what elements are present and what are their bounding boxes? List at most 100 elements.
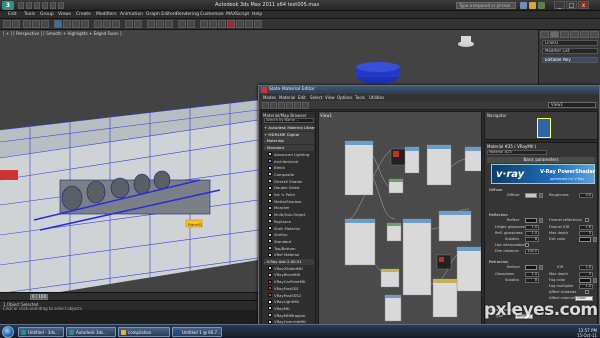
color-swatch[interactable] bbox=[579, 278, 591, 283]
view-tab[interactable]: View1 bbox=[320, 113, 332, 118]
browser-material-item[interactable]: Composite bbox=[264, 172, 314, 178]
link-icon[interactable] bbox=[23, 20, 31, 28]
rectangular-selection-icon[interactable] bbox=[72, 20, 80, 28]
param-spinner[interactable]: 1.0 bbox=[525, 272, 539, 277]
modify-tab-icon[interactable] bbox=[550, 31, 559, 38]
motion-tab-icon[interactable] bbox=[570, 31, 579, 38]
material-editor-icon[interactable] bbox=[227, 20, 235, 28]
browser-material-item[interactable]: Shell Material bbox=[264, 226, 314, 232]
browser-material-item[interactable]: Standard bbox=[264, 239, 314, 245]
task-3dsmax[interactable]: Autodesk 3ds... bbox=[66, 327, 116, 337]
window-crossing-icon[interactable] bbox=[81, 20, 89, 28]
basic-parameters-rollout[interactable]: Basic parameters bbox=[487, 157, 595, 163]
delete-icon[interactable] bbox=[278, 102, 285, 109]
render-frame-icon[interactable] bbox=[245, 20, 253, 28]
scale-icon[interactable] bbox=[112, 20, 120, 28]
render-icon[interactable] bbox=[254, 20, 262, 28]
material-name-field[interactable]: Material #25 bbox=[487, 150, 547, 155]
browser-material-item[interactable]: VRayCarPaintMtl bbox=[264, 279, 314, 285]
menu-group[interactable]: Group bbox=[40, 12, 54, 17]
undo-icon[interactable] bbox=[3, 20, 11, 28]
schematic-view-icon[interactable] bbox=[218, 20, 226, 28]
browser-material-item[interactable]: Architectural bbox=[264, 159, 314, 165]
close-button[interactable]: x bbox=[578, 1, 589, 9]
move-children-icon[interactable] bbox=[286, 102, 293, 109]
slate-menu-modes[interactable]: Modes bbox=[263, 95, 276, 100]
browser-material-item[interactable]: VRayBlendMtl bbox=[264, 272, 314, 278]
color-swatch[interactable] bbox=[525, 265, 537, 270]
menu-edit[interactable]: Edit bbox=[8, 12, 17, 17]
clock[interactable]: 12:57 PM 15-Oct-11 bbox=[577, 328, 597, 338]
render-setup-icon[interactable] bbox=[236, 20, 244, 28]
browser-material-item[interactable]: Shellac bbox=[264, 232, 314, 238]
search-input[interactable]: Type a keyword or phrase bbox=[456, 2, 516, 9]
viewport-label[interactable]: [ + ] [ Perspective ] [ Smooth + Highlig… bbox=[3, 31, 121, 36]
pivot-center-icon[interactable] bbox=[134, 20, 142, 28]
browser-material-item[interactable]: Double Sided bbox=[264, 185, 314, 191]
redo-icon[interactable] bbox=[50, 2, 56, 9]
menu-rendering[interactable]: Rendering bbox=[176, 12, 199, 17]
browser-material-item[interactable]: DirectX Shader bbox=[264, 179, 314, 185]
minimize-button[interactable]: _ bbox=[554, 1, 565, 9]
mirror-icon[interactable] bbox=[178, 20, 186, 28]
layer-manager-icon[interactable] bbox=[200, 20, 208, 28]
object-name-field[interactable]: Line01 bbox=[542, 40, 598, 46]
param-spinner[interactable]: 1.0 bbox=[525, 231, 539, 236]
rotate-icon[interactable] bbox=[103, 20, 111, 28]
map-button[interactable] bbox=[539, 193, 543, 198]
curve-editor-icon[interactable] bbox=[209, 20, 217, 28]
view-dropdown[interactable]: View1 bbox=[548, 102, 596, 108]
param-checkbox[interactable] bbox=[525, 243, 529, 247]
show-map-icon[interactable] bbox=[294, 102, 301, 109]
browser-material-item[interactable]: Multi/Sub-Object bbox=[264, 212, 314, 218]
color-swatch[interactable] bbox=[525, 218, 537, 223]
display-tab-icon[interactable] bbox=[580, 31, 589, 38]
browser-category[interactable]: + Autodesk Material Library bbox=[264, 125, 315, 131]
app-logo-icon[interactable]: 3 bbox=[2, 1, 14, 10]
menu-views[interactable]: Views bbox=[58, 12, 71, 17]
browser-material-item[interactable]: Ink 'n Paint bbox=[264, 192, 314, 198]
task-3dsmax-untitled[interactable]: Untitled - 3ds... bbox=[18, 327, 64, 337]
slate-menu-material[interactable]: Material bbox=[279, 95, 295, 100]
browser-material-item[interactable]: VRay2SidedMtl bbox=[264, 266, 314, 272]
slate-menu-tools[interactable]: Tools bbox=[355, 95, 365, 100]
color-swatch[interactable] bbox=[579, 237, 591, 242]
param-spinner[interactable]: 8 bbox=[525, 278, 539, 283]
map-button[interactable] bbox=[539, 265, 543, 270]
menu-tools[interactable]: Tools bbox=[24, 12, 35, 17]
menu-animation[interactable]: Animation bbox=[120, 12, 143, 17]
angle-snap-icon[interactable] bbox=[156, 20, 164, 28]
browser-material-item[interactable]: VRayMtl bbox=[264, 306, 314, 312]
slate-menu-edit[interactable]: Edit bbox=[298, 95, 306, 100]
browser-category[interactable]: - Materials bbox=[264, 138, 314, 145]
slate-title-bar[interactable]: Slate Material Editor bbox=[259, 86, 599, 94]
align-icon[interactable] bbox=[187, 20, 195, 28]
color-swatch[interactable] bbox=[525, 193, 537, 198]
param-spinner[interactable]: 1.0 bbox=[579, 284, 593, 289]
param-spinner[interactable]: 0.0 bbox=[579, 193, 593, 198]
assign-material-icon[interactable] bbox=[270, 102, 277, 109]
param-checkbox[interactable] bbox=[585, 290, 589, 294]
menu-customize[interactable]: Customize bbox=[200, 12, 224, 17]
maximize-button[interactable]: □ bbox=[566, 1, 577, 9]
open-file-icon[interactable] bbox=[26, 2, 32, 9]
slate-menu-options[interactable]: Options bbox=[337, 95, 352, 100]
param-spinner[interactable]: 5 bbox=[579, 272, 593, 277]
param-spinner[interactable]: 1.0 bbox=[525, 225, 539, 230]
browser-material-item[interactable]: Morpher bbox=[264, 205, 314, 211]
modifier-list-dropdown[interactable]: Modifier List bbox=[542, 48, 598, 54]
infocenter-icon[interactable] bbox=[520, 2, 527, 9]
slate-menu-view[interactable]: View bbox=[325, 95, 335, 100]
unlink-icon[interactable] bbox=[32, 20, 40, 28]
node-view[interactable]: View1 bbox=[318, 111, 482, 327]
browser-material-item[interactable]: VRayFastSSS2 bbox=[264, 293, 314, 299]
map-button[interactable] bbox=[593, 278, 597, 283]
param-spinner[interactable]: 100.0 bbox=[525, 249, 539, 254]
browser-material-item[interactable]: VRayFastSSS bbox=[264, 286, 314, 292]
menu-modifiers[interactable]: Modifiers bbox=[96, 12, 117, 17]
browser-material-item[interactable]: VRayMtlWrapper bbox=[264, 313, 314, 319]
start-button[interactable] bbox=[2, 326, 14, 338]
task-compilation[interactable]: compilation bbox=[118, 327, 170, 337]
pick-material-icon[interactable] bbox=[262, 102, 269, 109]
snap-toggle-icon[interactable] bbox=[147, 20, 155, 28]
